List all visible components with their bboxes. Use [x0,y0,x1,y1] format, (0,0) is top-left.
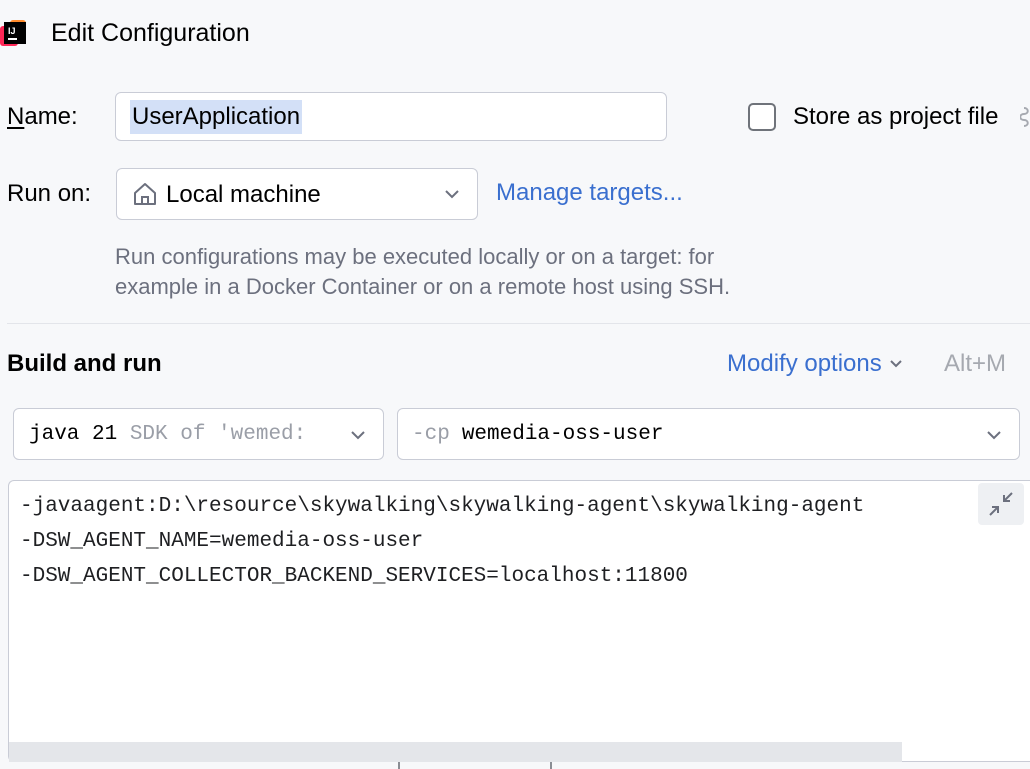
vm-options-text[interactable]: -javaagent:D:\resource\skywalking\skywal… [20,489,972,594]
build-and-run-title: Build and run [7,350,162,377]
run-on-value[interactable]: Local machine [166,179,321,211]
horizontal-scrollbar-thumb[interactable] [9,742,902,762]
home-icon [132,181,158,207]
jre-select[interactable]: java 21 SDK of 'wemed: [13,408,384,460]
store-option-icon [1020,104,1030,128]
modify-options-label[interactable]: Modify options [727,348,882,380]
name-input-value[interactable]: UserApplication [130,99,303,134]
jre-detail[interactable]: SDK of 'wemed: [130,423,306,446]
name-label-text: ame: [24,103,78,130]
chevron-down-icon[interactable] [984,427,1004,443]
intellij-idea-logo-icon: IJ [0,18,28,48]
store-as-project-file-label[interactable]: Store as project file [793,101,998,133]
run-on-hint-line-2: example in a Docker Container or on a re… [115,274,731,299]
classpath-module-select[interactable]: -cp wemedia-oss-user [397,408,1020,460]
run-on-hint-line-1: Run configurations may be executed local… [115,244,715,269]
vm-option-line[interactable]: -DSW_AGENT_COLLECTOR_BACKEND_SERVICES=lo… [20,559,972,594]
partial-separator [398,762,400,769]
modify-options-shortcut: Alt+M [944,350,1007,377]
modify-options-link[interactable]: Modify options [727,348,904,380]
chevron-down-icon[interactable] [442,186,462,202]
vm-options-editor[interactable]: -javaagent:D:\resource\skywalking\skywal… [8,480,1030,762]
manage-targets-link[interactable]: Manage targets... [496,177,683,209]
vm-option-line[interactable]: -DSW_AGENT_NAME=wemedia-oss-user [20,524,972,559]
run-on-hint: Run configurations may be executed local… [115,242,730,302]
name-label-mnemonic: N [7,103,25,130]
classpath-flag: -cp [412,422,450,446]
run-on-label: Run on: [7,180,92,207]
name-label: Name: [7,101,78,133]
store-as-project-file-checkbox[interactable] [748,103,776,131]
chevron-down-icon[interactable] [888,358,904,370]
jre-version[interactable]: java 21 [29,423,117,446]
classpath-module[interactable]: wemedia-oss-user [462,423,664,446]
name-input[interactable]: UserApplication [115,92,667,141]
svg-text:IJ: IJ [8,26,16,36]
partial-separator [550,762,552,769]
collapse-icon[interactable] [978,483,1024,525]
bottom-partial-content [0,762,1030,769]
section-divider [7,323,1030,324]
chevron-down-icon[interactable] [348,427,368,443]
vm-option-line[interactable]: -javaagent:D:\resource\skywalking\skywal… [20,489,972,524]
window-title: Edit Configuration [51,19,250,47]
